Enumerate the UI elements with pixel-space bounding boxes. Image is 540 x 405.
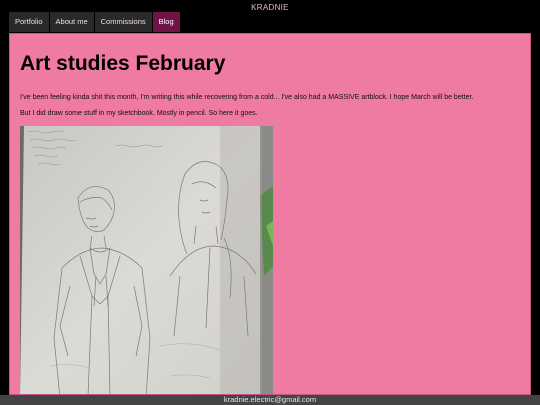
pencil-sketch-image xyxy=(20,126,273,394)
nav-item-portfolio[interactable]: Portfolio xyxy=(9,12,49,32)
post-title: Art studies February xyxy=(20,52,226,75)
footer-email[interactable]: kradnie.electric@gmail.com xyxy=(0,395,540,405)
site-title: KRADNIE xyxy=(251,3,289,12)
nav-item-blog[interactable]: Blog xyxy=(152,12,180,32)
post-paragraph: But I did draw some stuff in my sketchbo… xyxy=(20,110,258,117)
sketchbook-image xyxy=(20,126,273,394)
post-content: Art studies February I've been feeling k… xyxy=(9,33,531,395)
page: KRADNIE Portfolio About me Commissions B… xyxy=(0,0,540,405)
main-nav: Portfolio About me Commissions Blog xyxy=(9,12,181,32)
post-paragraph: I've been feeling kinda shit this month,… xyxy=(20,94,474,101)
nav-item-commissions[interactable]: Commissions xyxy=(94,12,152,32)
nav-item-about-me[interactable]: About me xyxy=(49,12,94,32)
